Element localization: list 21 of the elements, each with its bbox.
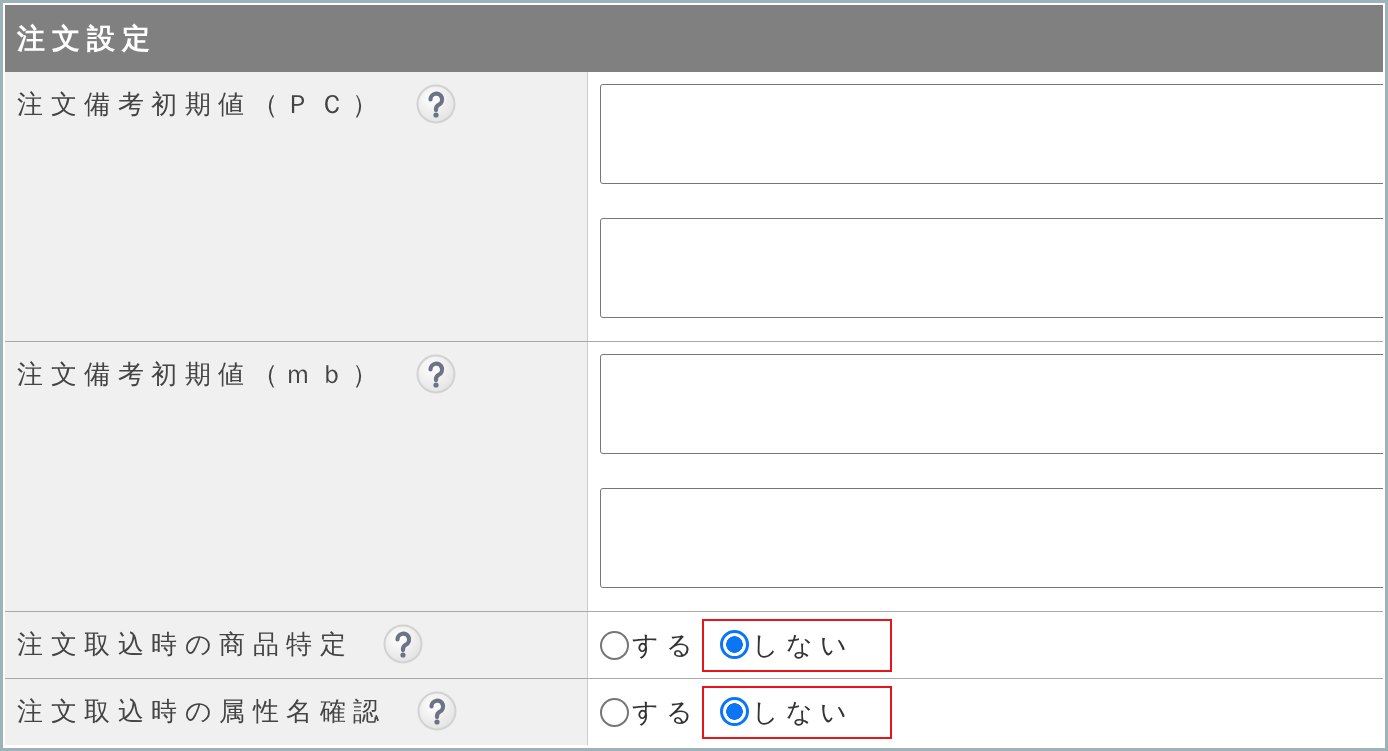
- text-area[interactable]: [600, 218, 1383, 318]
- setting-label: 注文備考初期値（ｍｂ）: [17, 358, 386, 391]
- radio-button[interactable]: [600, 697, 629, 727]
- help-icon[interactable]: [415, 84, 456, 124]
- help-icon[interactable]: [416, 691, 457, 731]
- text-area[interactable]: [600, 354, 1383, 454]
- help-icon[interactable]: [415, 354, 456, 394]
- radio-button[interactable]: [720, 697, 749, 726]
- radio-label[interactable]: しない: [752, 694, 854, 729]
- radio-label[interactable]: する: [632, 695, 700, 729]
- radio-button[interactable]: [720, 630, 749, 659]
- setting-label: 注文備考初期値（ＰＣ）: [17, 88, 386, 121]
- panel-title: 注文設定: [17, 21, 157, 56]
- radio-label[interactable]: する: [632, 628, 700, 662]
- setting-label: 注文取込時の商品特定: [17, 628, 353, 661]
- radio-label[interactable]: しない: [752, 627, 854, 662]
- help-icon[interactable]: [383, 624, 423, 664]
- setting-label: 注文取込時の属性名確認: [17, 695, 387, 728]
- radio-button[interactable]: [600, 630, 629, 660]
- text-area[interactable]: [600, 488, 1383, 588]
- text-area[interactable]: [600, 84, 1383, 184]
